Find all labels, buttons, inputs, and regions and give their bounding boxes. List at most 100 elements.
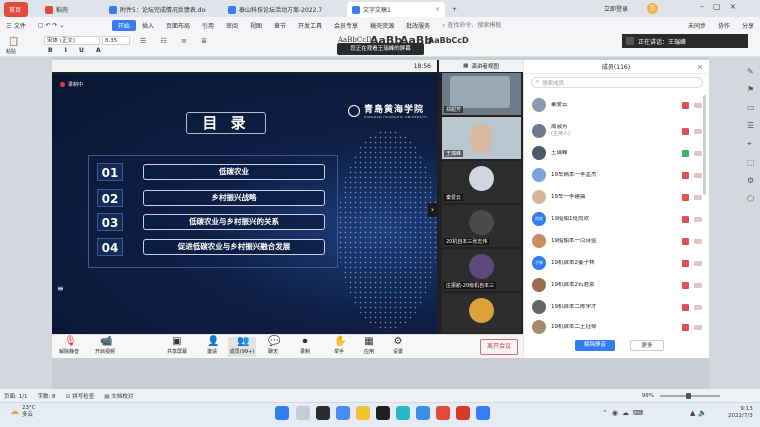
unmute-button[interactable]: 🎙 解除静音: [54, 337, 84, 357]
video-tile[interactable]: 郑超芳: [442, 73, 521, 115]
system-tray-icons[interactable]: ⌃◉☁⌨: [602, 409, 647, 417]
scrollbar[interactable]: [703, 95, 706, 195]
camera-off-icon[interactable]: [694, 282, 702, 288]
close-icon[interactable]: ×: [697, 63, 703, 71]
unmute-all-button[interactable]: 解除静音: [575, 340, 615, 351]
tencent-meeting-icon[interactable]: [476, 406, 490, 420]
share-button[interactable]: 分享: [736, 21, 760, 30]
zoom-slider-handle[interactable]: [686, 392, 691, 399]
right-sidebar-tools[interactable]: ✎ ⚑ ▭ ☰ ⌖ ⬚ ⚙ ⬡: [747, 67, 755, 203]
member-row[interactable]: 19车辆本一李孟杰: [532, 165, 702, 185]
menu-insert[interactable]: 插入: [136, 21, 160, 30]
format-buttons[interactable]: B I U A: [48, 47, 106, 54]
member-row[interactable]: 19机自本二王钰琴: [532, 317, 702, 337]
settings-button[interactable]: ⚙ 设置: [383, 337, 413, 357]
mic-muted-icon[interactable]: [682, 193, 689, 201]
sidebar-tool-icon[interactable]: ▭: [747, 103, 755, 112]
tab-doc-forum[interactable]: 泰山科技论坛活动方案-2022.7: [223, 2, 323, 17]
member-row[interactable]: 周淑芳 (主持人): [532, 121, 702, 141]
member-row[interactable]: 19车一李建晨: [532, 187, 702, 207]
menu-developer[interactable]: 开发工具: [292, 21, 328, 30]
wps-writer-icon[interactable]: [456, 406, 470, 420]
video-tile[interactable]: [442, 293, 521, 333]
mic-active-icon[interactable]: [682, 149, 689, 157]
avatar[interactable]: 方: [647, 3, 658, 14]
share-screen-button[interactable]: ▣ 共享屏幕: [162, 337, 192, 357]
leave-meeting-button[interactable]: 离开会议: [480, 339, 518, 355]
paste-label[interactable]: 粘贴: [6, 48, 16, 55]
mic-muted-icon[interactable]: [682, 303, 689, 311]
proofread-button[interactable]: ▤ 文档校对: [104, 392, 133, 400]
menu-review[interactable]: 审阅: [220, 21, 244, 30]
style-heading3[interactable]: AaBbCcD: [428, 36, 469, 45]
search-icon[interactable]: [296, 406, 310, 420]
member-row[interactable]: 19机自本2石君豪: [532, 275, 702, 295]
dell-icon[interactable]: [376, 406, 390, 420]
video-tile[interactable]: 秦爱云: [442, 161, 521, 203]
camera-off-icon[interactable]: [694, 260, 702, 266]
invite-button[interactable]: 👤 邀请: [197, 337, 227, 357]
search-commands[interactable]: ⌕ 查找命令、搜索模板: [436, 20, 507, 30]
file-explorer-icon[interactable]: [356, 406, 370, 420]
spell-check-toggle[interactable]: ☑ 拼写检查: [66, 392, 95, 400]
menu-chapters[interactable]: 章节: [268, 21, 292, 30]
new-tab-button[interactable]: +: [447, 2, 461, 17]
weather-widget[interactable]: ☁ 23°C 多云: [10, 405, 36, 419]
mic-muted-icon[interactable]: [682, 171, 689, 179]
wps-icon[interactable]: [436, 406, 450, 420]
video-tile[interactable]: 20机自本三张志伟: [442, 205, 521, 247]
sidebar-tool-icon[interactable]: ☰: [747, 121, 755, 130]
camera-off-icon[interactable]: [694, 150, 702, 156]
network-volume-icons[interactable]: ▲🔈: [690, 409, 710, 417]
member-row[interactable]: 子林 19机自本2姜子林: [532, 253, 702, 273]
chrome-icon[interactable]: [416, 406, 430, 420]
menu-correction[interactable]: 批改服务: [400, 21, 436, 30]
camera-off-icon[interactable]: [694, 102, 702, 108]
clock[interactable]: 9:13 2022/7/3: [728, 406, 753, 420]
sidebar-tool-icon[interactable]: ⚙: [747, 176, 755, 185]
sidebar-tool-icon[interactable]: ✎: [747, 67, 755, 76]
task-view-icon[interactable]: [316, 406, 330, 420]
meeting-app-icon[interactable]: [396, 406, 410, 420]
record-button[interactable]: ⏺ 录制: [290, 337, 320, 357]
sidebar-tool-icon[interactable]: ⚑: [747, 85, 755, 94]
member-row[interactable]: 尚欢 19船舶1班尚欢: [532, 209, 702, 229]
camera-off-icon[interactable]: [694, 172, 702, 178]
slide-menu-icon[interactable]: ≡: [57, 285, 65, 293]
tab-doc-feedback[interactable]: 附件5：论坛完成情况反馈表.doc: [104, 2, 206, 17]
zoom-slider[interactable]: [660, 392, 720, 399]
sync-status[interactable]: 未同步: [682, 21, 712, 30]
menu-view[interactable]: 视图: [244, 21, 268, 30]
sidebar-tool-icon[interactable]: ⬚: [747, 158, 755, 167]
mic-muted-icon[interactable]: [682, 259, 689, 267]
window-controls[interactable]: –▢×: [700, 2, 745, 11]
camera-off-icon[interactable]: [694, 304, 702, 310]
mic-muted-icon[interactable]: [682, 127, 689, 135]
collapse-panel-button[interactable]: ›: [428, 203, 437, 217]
menu-vip[interactable]: 会员专享: [328, 21, 364, 30]
mic-muted-icon[interactable]: [682, 101, 689, 109]
sidebar-tool-icon[interactable]: ⌖: [747, 139, 755, 149]
menu-start[interactable]: 开始: [111, 19, 136, 31]
camera-off-icon[interactable]: [694, 194, 702, 200]
font-family-select[interactable]: 宋体 (正文): [44, 36, 100, 45]
file-menu[interactable]: 三 文件: [0, 21, 32, 30]
member-search-input[interactable]: ⌕ 搜索成员: [531, 77, 703, 88]
mic-muted-icon[interactable]: [682, 281, 689, 289]
font-size-select[interactable]: 8.35: [102, 36, 130, 45]
tab-home[interactable]: 首页: [4, 2, 28, 17]
zoom-level[interactable]: 99%: [642, 393, 654, 399]
sidebar-tool-icon[interactable]: ⬡: [747, 194, 755, 203]
member-row[interactable]: 王瑞峰: [532, 143, 702, 163]
tab-close-icon[interactable]: ×: [435, 6, 440, 13]
camera-off-icon[interactable]: [694, 238, 702, 244]
camera-off-icon[interactable]: [694, 216, 702, 222]
member-row[interactable]: 19船舶本一闫诗蓝: [532, 231, 702, 251]
mic-muted-icon[interactable]: [682, 323, 689, 331]
mic-muted-icon[interactable]: [682, 237, 689, 245]
start-video-button[interactable]: 📹 开启视频: [90, 337, 120, 357]
video-tile[interactable]: 王瑞峰: [442, 117, 521, 159]
login-link[interactable]: 立即登录: [604, 4, 628, 13]
member-row[interactable]: 19机自本二陈学才: [532, 297, 702, 317]
chat-button[interactable]: 💬 聊天: [258, 337, 288, 357]
